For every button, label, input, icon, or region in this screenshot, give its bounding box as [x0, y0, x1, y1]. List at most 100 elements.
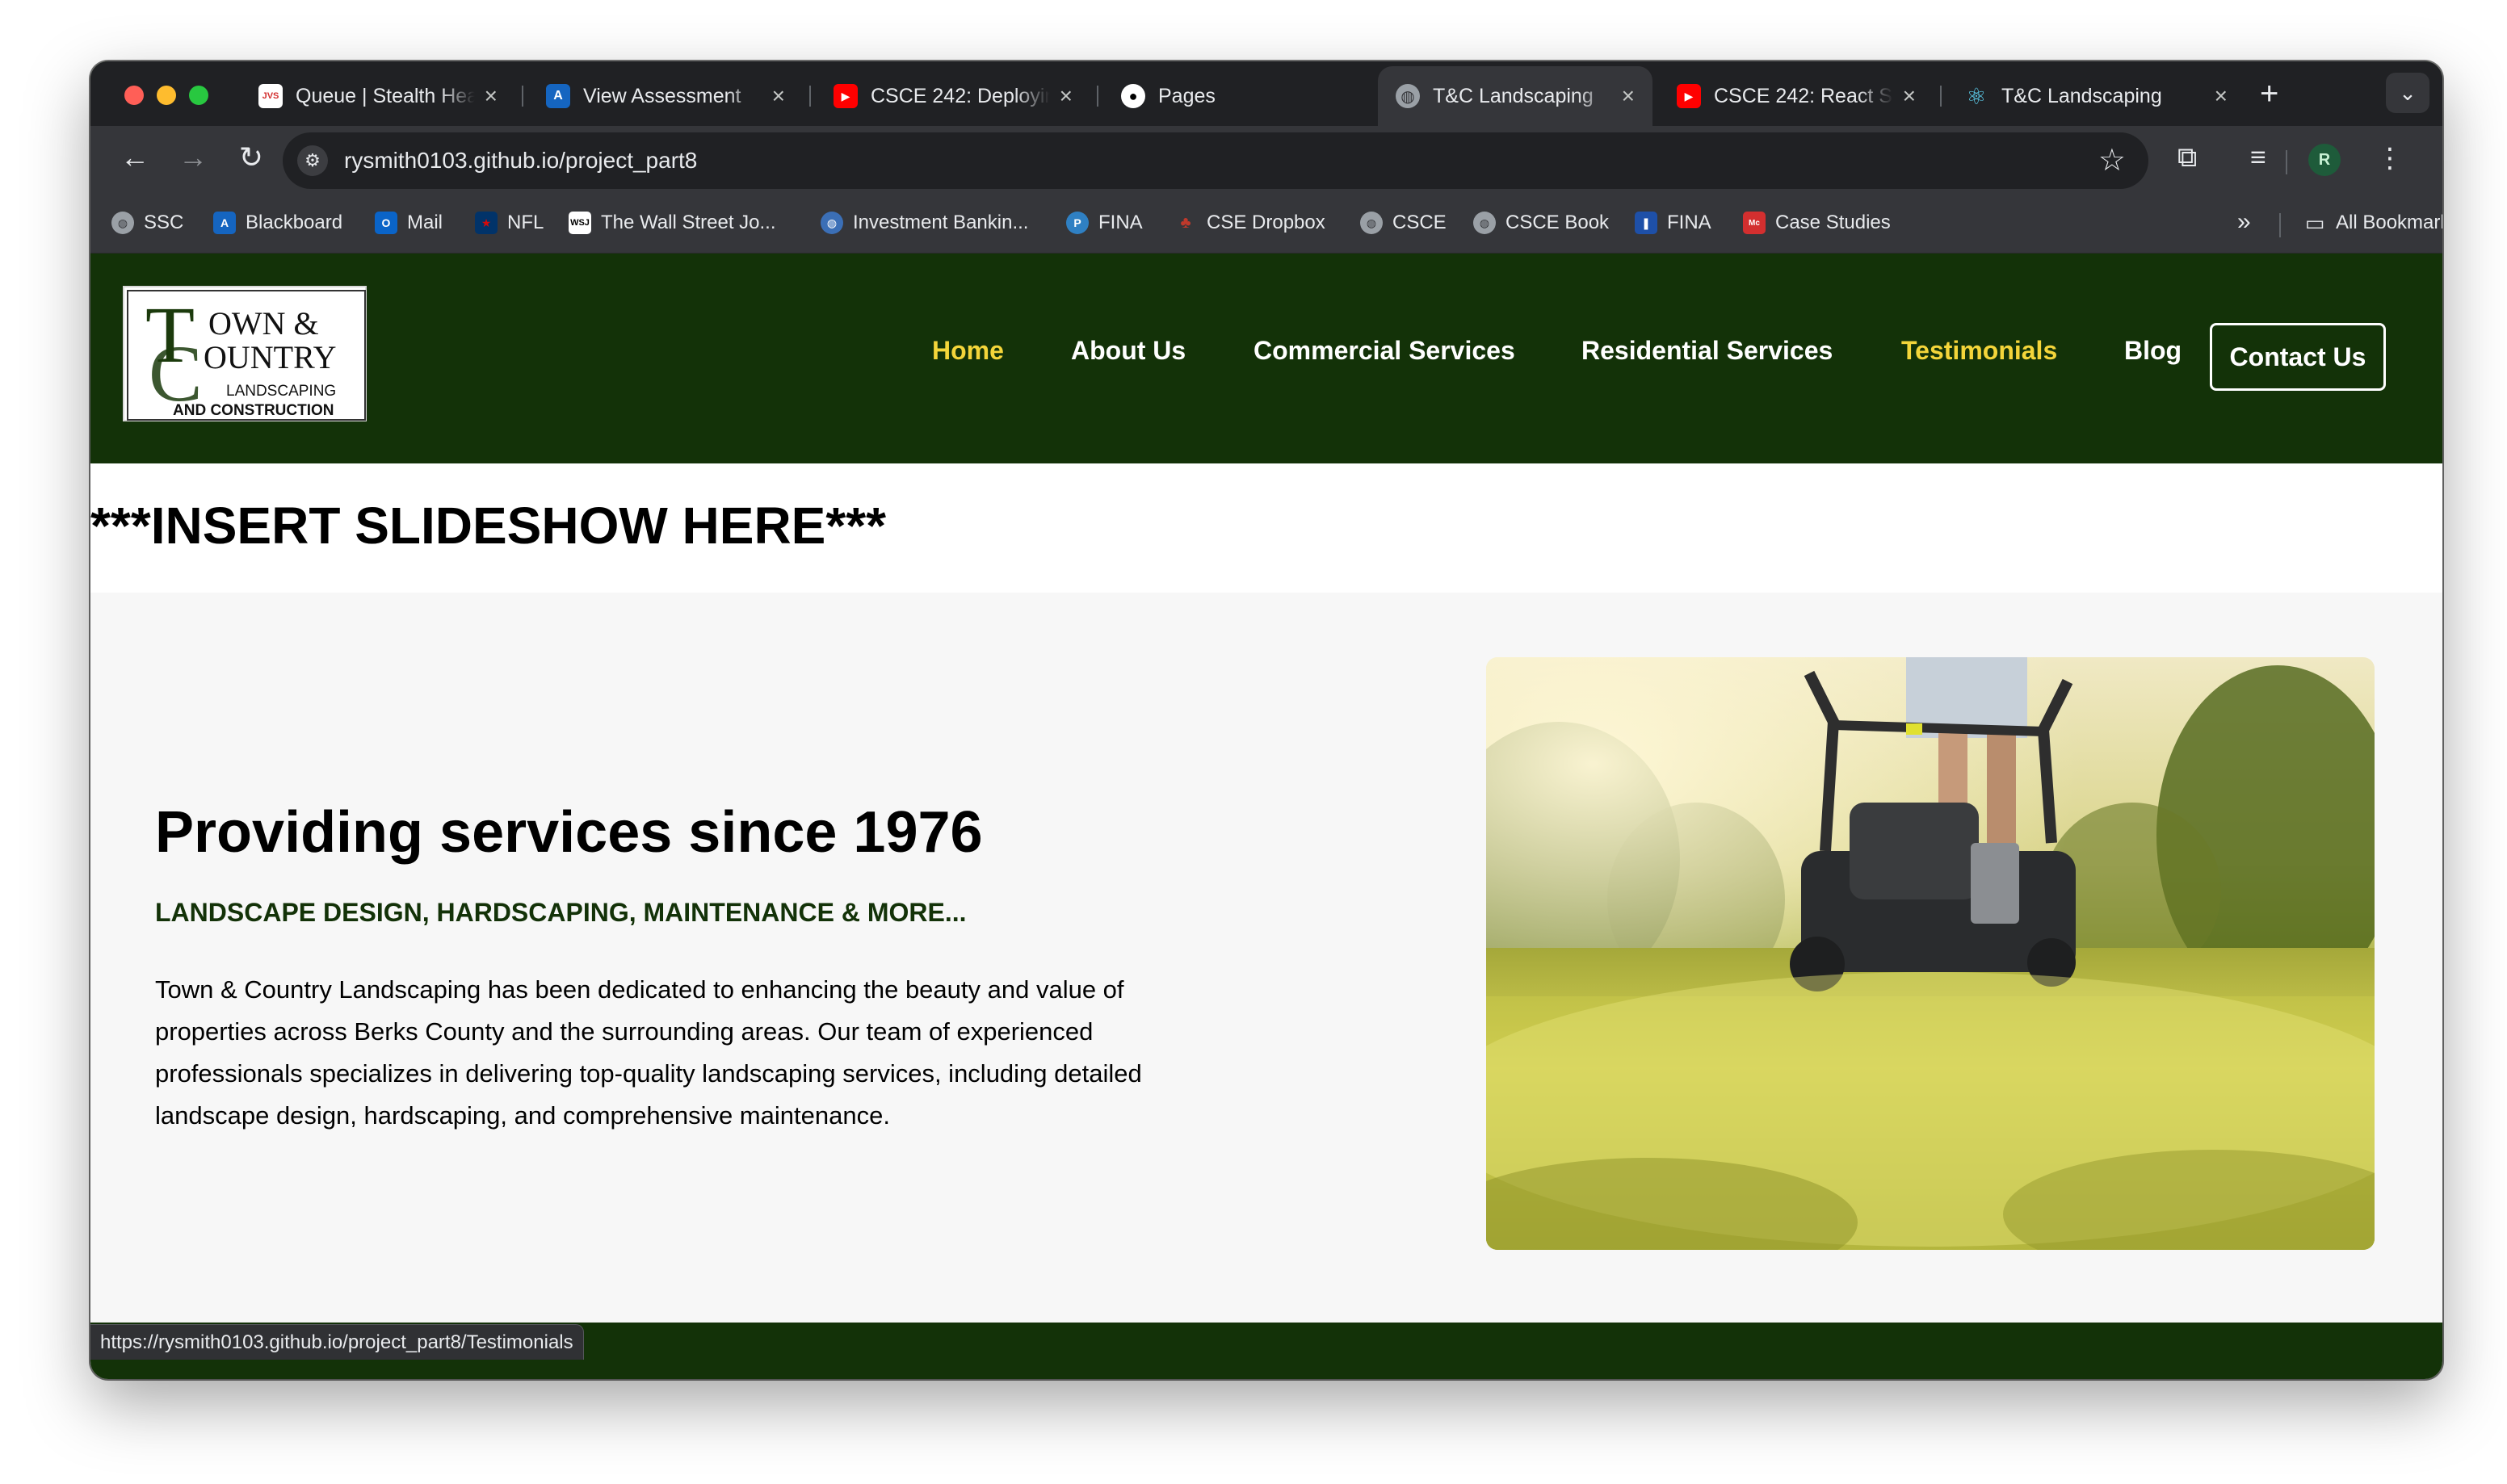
profile-avatar[interactable]: R	[2308, 144, 2341, 176]
tab-title: T&C Landscaping	[2001, 84, 2162, 107]
toolbar-divider	[2286, 150, 2287, 174]
bookmark-investment-banking[interactable]: ◍ Investment Bankin...	[821, 212, 1028, 234]
tab-csce-deploy[interactable]: ▶ CSCE 242: Deploying ×	[816, 66, 1090, 126]
bookmark-label: NFL	[507, 212, 544, 233]
menu-icon[interactable]: ⋮	[2376, 142, 2404, 174]
extensions-icon[interactable]: ⧉	[2177, 142, 2197, 174]
nav-residential-services[interactable]: Residential Services	[1581, 334, 1833, 367]
town-country-logo-icon: T C OWN & OUNTRY LANDSCAPING AND CONSTRU…	[127, 290, 366, 421]
bookmark-label: CSCE	[1392, 212, 1447, 233]
bookmark-fina-2[interactable]: ❚ FINA	[1635, 212, 1711, 234]
bookmark-csce[interactable]: ◍ CSCE	[1360, 212, 1447, 234]
tab-title: CSCE 242: React Server	[1714, 84, 1893, 107]
tab-tc-landscaping[interactable]: ⚛ T&C Landscaping ×	[1946, 66, 2245, 126]
close-icon[interactable]: ×	[485, 83, 498, 109]
globe-icon: ◍	[1396, 84, 1420, 108]
nav-about-us[interactable]: About Us	[1071, 334, 1186, 367]
bookmark-star-icon[interactable]: ☆	[2098, 142, 2126, 178]
maximize-window-button[interactable]	[189, 86, 208, 105]
close-icon[interactable]: ×	[772, 83, 785, 109]
tab-view-assessment[interactable]: A View Assessment ×	[528, 66, 803, 126]
hero-heading: Providing services since 1976	[155, 800, 983, 865]
bookmark-label: Case Studies	[1775, 212, 1891, 233]
tab-separator	[809, 86, 811, 107]
tab-title: Queue | Stealth Health	[296, 84, 475, 107]
url-text[interactable]: rysmith0103.github.io/project_part8	[344, 148, 697, 174]
bookmark-blackboard[interactable]: A Blackboard	[213, 212, 342, 234]
bookmark-csce-book[interactable]: ◍ CSCE Book	[1473, 212, 1609, 234]
nav-testimonials[interactable]: Testimonials	[1901, 334, 2057, 367]
bookmark-label: Mail	[407, 212, 443, 233]
bookmark-label: FINA	[1098, 212, 1143, 233]
tab-strip: JVS Queue | Stealth Health × A View Asse…	[90, 61, 2442, 126]
close-icon[interactable]: ×	[1622, 83, 1635, 109]
bookmark-cse-dropbox[interactable]: ♣ CSE Dropbox	[1174, 212, 1325, 234]
logo-line1: OWN &	[208, 305, 319, 342]
wsj-icon: WSJ	[569, 212, 591, 234]
globe-icon: ◍	[111, 212, 134, 234]
hero-body: Town & Country Landscaping has been dedi…	[155, 975, 1142, 1130]
globe-icon: ◍	[1360, 212, 1383, 234]
browser-window: JVS Queue | Stealth Health × A View Asse…	[90, 61, 2442, 1379]
bookmarks-bar: ◍ SSC A Blackboard O Mail ★ NFL WSJ The …	[90, 197, 2442, 254]
tab-title: View Assessment	[583, 84, 741, 107]
site-header: T C OWN & OUNTRY LANDSCAPING AND CONSTRU…	[90, 254, 2442, 463]
all-bookmarks-button[interactable]: ▭ All Bookmarks	[2303, 210, 2442, 235]
tab-separator	[1097, 86, 1098, 107]
github-icon: ●	[1121, 84, 1145, 108]
bookmark-case-studies[interactable]: Mc Case Studies	[1743, 212, 1891, 234]
react-icon: ⚛	[1966, 83, 1987, 109]
tab-queue[interactable]: JVS Queue | Stealth Health ×	[241, 66, 515, 126]
bookmark-label: CSE Dropbox	[1207, 212, 1325, 233]
nav-home[interactable]: Home	[932, 334, 1004, 367]
close-window-button[interactable]	[124, 86, 144, 105]
site-logo[interactable]: T C OWN & OUNTRY LANDSCAPING AND CONSTRU…	[123, 286, 367, 421]
bookmarks-overflow-button[interactable]: »	[2237, 208, 2251, 236]
bookmark-wsj[interactable]: WSJ The Wall Street Jo...	[569, 212, 776, 234]
bookmark-label: Investment Bankin...	[853, 212, 1029, 233]
status-bar-url: https://rysmith0103.github.io/project_pa…	[90, 1324, 584, 1360]
dropbox-icon: ♣	[1180, 213, 1191, 232]
bookmark-nfl[interactable]: ★ NFL	[475, 212, 544, 234]
nav-blog[interactable]: Blog	[2124, 334, 2182, 367]
tab-title: CSCE 242: Deploying	[871, 84, 1050, 107]
blackboard-icon: A	[213, 212, 236, 234]
bookmark-label: SSC	[144, 212, 184, 233]
close-icon[interactable]: ×	[1903, 83, 1916, 109]
tab-csce-react[interactable]: ▶ CSCE 242: React Server ×	[1659, 66, 1934, 126]
tab-title: T&C Landscaping	[1433, 84, 1594, 107]
media-control-icon[interactable]: ≡	[2250, 142, 2266, 174]
all-bookmarks-label: All Bookmarks	[2336, 212, 2442, 233]
bookmark-label: Blackboard	[246, 212, 343, 233]
close-icon[interactable]: ×	[2215, 83, 2228, 109]
folder-icon: ▭	[2304, 210, 2325, 235]
tab-separator	[522, 86, 523, 107]
nfl-icon: ★	[475, 212, 498, 234]
jvs-icon: JVS	[258, 84, 283, 108]
back-button[interactable]: ←	[115, 140, 155, 174]
hero-section: Providing services since 1976 LANDSCAPE …	[90, 593, 2442, 1323]
address-bar[interactable]: ⚙ rysmith0103.github.io/project_part8 ☆	[283, 132, 2148, 189]
bookmark-mail[interactable]: O Mail	[375, 212, 443, 234]
minimize-window-button[interactable]	[157, 86, 176, 105]
tab-separator	[1940, 86, 1942, 107]
logo-line2: OUNTRY	[204, 339, 336, 375]
contact-us-button[interactable]: Contact Us	[2210, 323, 2386, 391]
globe-icon: ◍	[1473, 212, 1496, 234]
youtube-icon: ▶	[834, 84, 858, 108]
bookmark-ssc[interactable]: ◍ SSC	[111, 212, 183, 234]
tab-search-button[interactable]: ⌄	[2386, 73, 2429, 113]
assessment-icon: A	[546, 84, 570, 108]
site-info-icon[interactable]: ⚙	[297, 145, 328, 176]
slideshow-placeholder-text: ***INSERT SLIDESHOW HERE***	[90, 497, 887, 555]
close-icon[interactable]: ×	[1060, 83, 1073, 109]
reload-button[interactable]: ↻	[231, 140, 271, 174]
bookmark-fina[interactable]: P FINA	[1066, 212, 1143, 234]
logo-line4: AND CONSTRUCTION	[173, 402, 334, 419]
nav-commercial-services[interactable]: Commercial Services	[1254, 334, 1515, 367]
bookmark-label: FINA	[1667, 212, 1711, 233]
forward-button[interactable]: →	[173, 140, 213, 174]
tab-tc-landscaping-active[interactable]: ◍ T&C Landscaping ×	[1378, 66, 1652, 126]
hero-subheading: LANDSCAPE DESIGN, HARDSCAPING, MAINTENAN…	[155, 898, 967, 927]
new-tab-button[interactable]: +	[2260, 78, 2278, 110]
